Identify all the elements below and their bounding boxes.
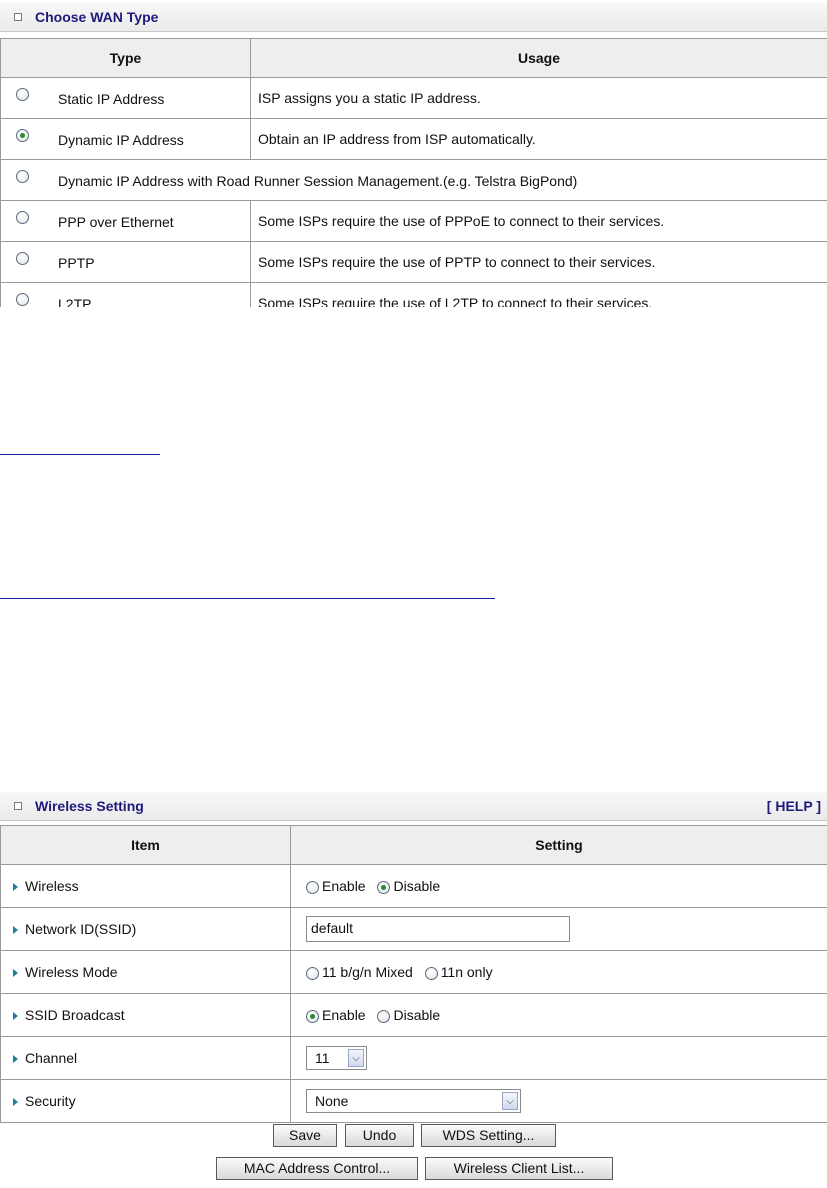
pppoe-radio[interactable] xyxy=(16,211,29,224)
triangle-right-icon xyxy=(13,1012,18,1021)
chevron-down-icon[interactable]: ⌵ xyxy=(502,1092,518,1110)
wireless-setting-header: Wireless Setting [ HELP ] xyxy=(0,792,827,821)
road-runner-label: Dynamic IP Address with Road Runner Sess… xyxy=(58,173,578,189)
mac-address-control-button[interactable]: MAC Address Control... xyxy=(216,1157,418,1180)
wireless-client-list-button[interactable]: Wireless Client List... xyxy=(425,1157,613,1180)
pppoe-label: PPP over Ethernet xyxy=(58,214,174,230)
static-ip-radio[interactable] xyxy=(16,88,29,101)
triangle-right-icon xyxy=(13,1098,18,1107)
l2tp-radio[interactable] xyxy=(16,293,29,306)
wan-type-table: Type Usage Static IP Address ISP assigns… xyxy=(0,38,827,324)
broadcast-enable-label: Enable xyxy=(322,1007,366,1023)
wireless-enable-label: Enable xyxy=(322,878,366,894)
security-value: None xyxy=(315,1093,349,1109)
ssid-broadcast-label: SSID Broadcast xyxy=(25,1007,125,1023)
security-label: Security xyxy=(25,1093,76,1109)
square-bullet-icon xyxy=(14,802,22,810)
wireless-mode-label: Wireless Mode xyxy=(25,964,118,980)
dynamic-ip-radio[interactable] xyxy=(16,129,29,142)
road-runner-radio[interactable] xyxy=(16,170,29,183)
crop-mask xyxy=(0,307,827,327)
mode-n-only-radio[interactable] xyxy=(424,966,438,980)
triangle-right-icon xyxy=(13,1055,18,1064)
wan-row-dynamic: Dynamic IP Address Obtain an IP address … xyxy=(0,118,827,160)
mode-mixed-radio[interactable] xyxy=(306,966,319,980)
wan-row-static: Static IP Address ISP assigns you a stat… xyxy=(0,77,827,119)
help-link[interactable]: [ HELP ] xyxy=(767,798,821,814)
broadcast-enable-radio[interactable] xyxy=(306,1009,319,1023)
security-row: Security None ⌵ xyxy=(0,1079,827,1123)
ssid-row: Network ID(SSID) default xyxy=(0,907,827,951)
wds-setting-button[interactable]: WDS Setting... xyxy=(421,1124,556,1147)
wireless-label: Wireless xyxy=(25,878,79,894)
square-bullet-icon xyxy=(14,13,22,21)
link-underline-long[interactable] xyxy=(0,598,495,599)
ssid-broadcast-row: SSID Broadcast Enable Disable xyxy=(0,993,827,1037)
triangle-right-icon xyxy=(13,969,18,978)
wireless-setting-title: Wireless Setting xyxy=(35,798,144,814)
mode-n-only-label: 11n only xyxy=(440,964,493,980)
dynamic-ip-usage: Obtain an IP address from ISP automatica… xyxy=(250,118,827,160)
chevron-down-icon[interactable]: ⌵ xyxy=(348,1049,364,1067)
wan-type-header: Choose WAN Type xyxy=(0,3,827,32)
column-header-type: Type xyxy=(0,38,251,78)
broadcast-disable-radio[interactable] xyxy=(377,1009,391,1023)
wan-type-title: Choose WAN Type xyxy=(35,9,159,25)
ssid-label: Network ID(SSID) xyxy=(25,921,137,937)
undo-button[interactable]: Undo xyxy=(345,1124,414,1147)
static-ip-usage: ISP assigns you a static IP address. xyxy=(250,77,827,119)
wireless-mode-row: Wireless Mode 11 b/g/n Mixed 11n only xyxy=(0,950,827,994)
wireless-disable-radio[interactable] xyxy=(377,880,391,894)
wan-row-pppoe: PPP over Ethernet Some ISPs require the … xyxy=(0,200,827,242)
wireless-setting-table: Item Setting Wireless Enable Disable Net… xyxy=(0,825,827,1123)
triangle-right-icon xyxy=(13,883,18,892)
security-select[interactable]: None ⌵ xyxy=(306,1089,521,1113)
wireless-table-header-row: Item Setting xyxy=(0,825,827,865)
channel-row: Channel 11 ⌵ xyxy=(0,1036,827,1080)
wan-row-road-runner: Dynamic IP Address with Road Runner Sess… xyxy=(0,159,827,201)
column-header-setting: Setting xyxy=(290,825,827,865)
wireless-disable-label: Disable xyxy=(393,878,441,894)
broadcast-disable-label: Disable xyxy=(393,1007,441,1023)
wan-table-header-row: Type Usage xyxy=(0,38,827,78)
dynamic-ip-label: Dynamic IP Address xyxy=(58,132,184,148)
wan-row-pptp: PPTP Some ISPs require the use of PPTP t… xyxy=(0,241,827,283)
triangle-right-icon xyxy=(13,926,18,935)
save-button[interactable]: Save xyxy=(273,1124,337,1147)
pptp-label: PPTP xyxy=(58,255,95,271)
pptp-usage: Some ISPs require the use of PPTP to con… xyxy=(250,241,827,283)
mode-mixed-label: 11 b/g/n Mixed xyxy=(322,964,413,980)
pptp-radio[interactable] xyxy=(16,252,29,265)
channel-select[interactable]: 11 ⌵ xyxy=(306,1046,367,1070)
wireless-enable-radio[interactable] xyxy=(306,880,319,894)
column-header-usage: Usage xyxy=(250,38,827,78)
column-header-item: Item xyxy=(0,825,291,865)
channel-value: 11 xyxy=(315,1050,330,1066)
wireless-row: Wireless Enable Disable xyxy=(0,864,827,908)
ssid-input[interactable]: default xyxy=(306,916,570,942)
channel-label: Channel xyxy=(25,1050,78,1066)
pppoe-usage: Some ISPs require the use of PPPoE to co… xyxy=(250,200,827,242)
link-underline-short[interactable] xyxy=(0,454,160,455)
static-ip-label: Static IP Address xyxy=(58,91,165,107)
